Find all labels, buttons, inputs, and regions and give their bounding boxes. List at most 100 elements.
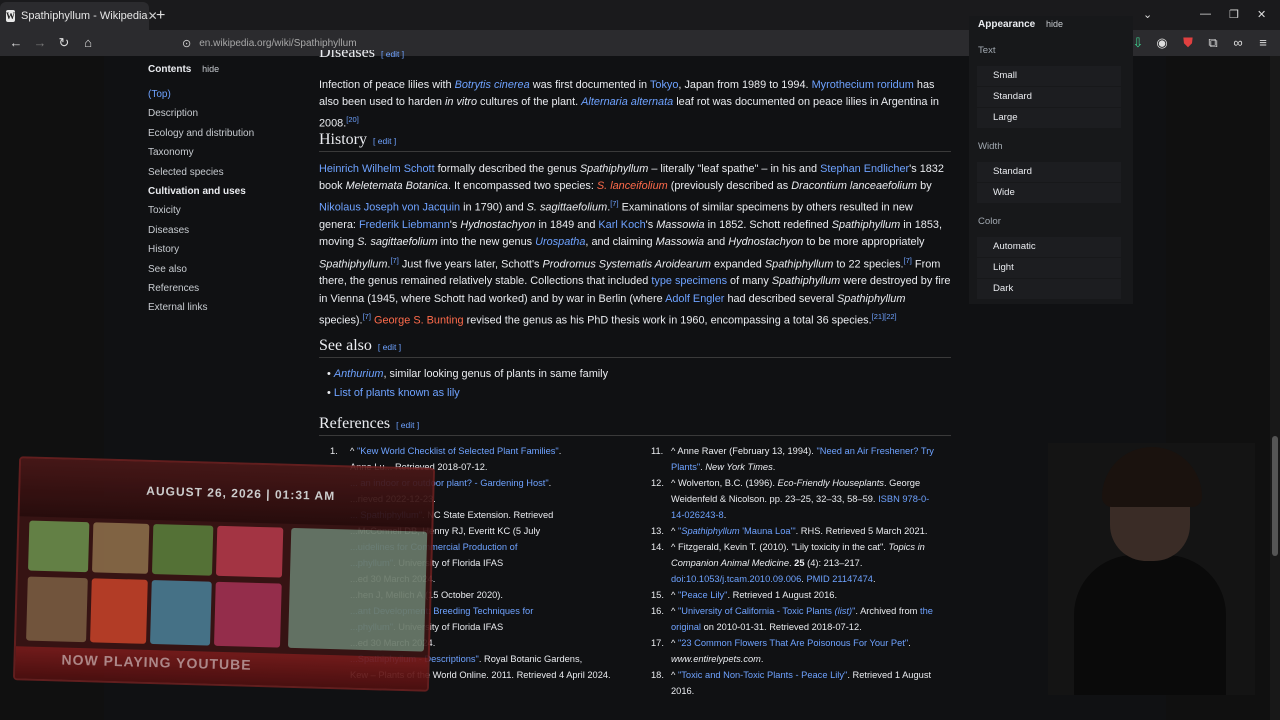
toc-hide-button[interactable]: hide — [202, 64, 219, 74]
reference-text: ^ "23 Common Flowers That Are Poisonous … — [671, 638, 911, 664]
site-info-icon[interactable]: ⊙ — [182, 37, 191, 50]
plant-thumbnail — [26, 576, 88, 643]
forward-icon[interactable]: → — [32, 35, 48, 51]
edit-text: edit — [385, 50, 400, 59]
reload-icon[interactable]: ↻ — [56, 35, 72, 51]
browser-tab[interactable]: W Spathiphyllum - Wikipedia ✕ — [0, 2, 158, 30]
reference-text: ^ "Peace Lily". Retrieved 1 August 2016. — [671, 590, 838, 600]
plant-photo — [287, 527, 428, 652]
table-of-contents: Contents hide (Top) Description Ecology … — [148, 64, 318, 318]
ublock-icon[interactable]: ⛊ — [1180, 35, 1196, 51]
mask-icon[interactable]: ∞ — [1230, 35, 1246, 51]
home-icon[interactable]: ⌂ — [80, 35, 96, 51]
restore-icon[interactable]: ❐ — [1229, 8, 1239, 21]
see-also-item-anthurium: • Anthurium, similar looking genus of pl… — [327, 368, 609, 380]
history-edit-link[interactable]: [ edit ] — [373, 136, 396, 146]
reference-item: 14. ^ Fitzgerald, Kevin T. (2010). "Lily … — [651, 539, 941, 587]
person-body — [1074, 555, 1226, 695]
person-hair — [1102, 447, 1202, 507]
reference-item: 17. ^ "23 Common Flowers That Are Poisono… — [651, 635, 941, 667]
text-size-label: Text — [978, 45, 996, 56]
width-label: Width — [978, 141, 1003, 152]
extensions-icon[interactable]: ⧉ — [1205, 35, 1221, 51]
reference-text: ^ "University of California - Toxic Plan… — [671, 606, 933, 632]
toc-header: Contents hide — [148, 64, 318, 75]
url-text: en.wikipedia.org/wiki/Spathiphyllum — [199, 37, 357, 49]
see-also-heading: See also [ edit ] — [319, 337, 951, 358]
references-edit-link[interactable]: [ edit ] — [396, 420, 419, 430]
history-paragraph: Heinrich Wilhelm Schott formally describ… — [319, 163, 951, 327]
toc-item-toxicity[interactable]: Toxicity — [148, 201, 318, 220]
back-icon[interactable]: ← — [8, 35, 24, 51]
text-size-small[interactable]: Small — [977, 66, 1121, 86]
text-size-large[interactable]: Large — [977, 108, 1121, 128]
reference-number: 17. — [651, 638, 664, 648]
reference-text: ^ "Spathiphyllum 'Mauna Loa'". RHS. Retr… — [671, 526, 928, 536]
reference-number: 15. — [651, 590, 664, 600]
diseases-paragraph: Infection of peace lilies with Botrytis … — [319, 79, 939, 131]
toc-item-top[interactable]: (Top) — [148, 85, 318, 104]
tab-list-chevron-icon[interactable]: ⌄ — [1143, 8, 1152, 21]
references-list-right: 11. ^ Anne Raver (February 13, 1994). "Ne… — [651, 443, 941, 699]
color-light[interactable]: Light — [977, 258, 1121, 278]
menu-icon[interactable]: ≡ — [1255, 35, 1271, 51]
plant-thumbnail — [213, 581, 282, 648]
edit-text: edit — [377, 136, 392, 146]
toc-item-description[interactable]: Description — [148, 104, 318, 123]
toc-title: Contents — [148, 64, 192, 75]
toc-item-diseases[interactable]: Diseases — [148, 221, 318, 240]
stream-overlay-window: AUGUST 26, 2026 | 01:31 AM NOW PLAYING Y… — [12, 456, 436, 692]
text-size-standard[interactable]: Standard — [977, 87, 1121, 107]
history-heading-text: History — [319, 131, 367, 148]
width-standard[interactable]: Standard — [977, 162, 1121, 182]
minimize-icon[interactable]: — — [1200, 8, 1211, 20]
window-close-icon[interactable]: ✕ — [1257, 8, 1266, 21]
references-heading: References [ edit ] — [319, 415, 951, 436]
toc-item-see-also[interactable]: See also — [148, 260, 318, 279]
reference-number: 14. — [651, 542, 664, 552]
color-label: Color — [978, 216, 1001, 227]
toc-item-external-links[interactable]: External links — [148, 298, 318, 317]
appearance-header: Appearance hide — [978, 19, 1063, 30]
see-also-item-lily-list: • List of plants known as lily — [327, 387, 460, 399]
reference-item: 18. ^ "Toxic and Non-Toxic Plants - Peace… — [651, 667, 941, 699]
plant-thumbnail — [91, 522, 150, 574]
new-tab-icon[interactable]: + — [156, 7, 165, 25]
references-heading-text: References — [319, 415, 391, 432]
toc-item-references[interactable]: References — [148, 279, 318, 298]
toc-item-taxonomy[interactable]: Taxonomy — [148, 143, 318, 162]
edit-text: edit — [400, 420, 415, 430]
toc-item-ecology[interactable]: Ecology and distribution — [148, 124, 318, 143]
edit-text: edit — [382, 342, 397, 352]
appearance-hide-button[interactable]: hide — [1046, 19, 1063, 29]
plant-thumbnail — [150, 579, 212, 646]
diseases-heading-text: Diseases — [319, 50, 375, 61]
reference-number: 11. — [651, 446, 664, 456]
account-icon[interactable]: ◉ — [1154, 35, 1170, 51]
see-also-edit-link[interactable]: [ edit ] — [378, 342, 401, 352]
color-dark[interactable]: Dark — [977, 279, 1121, 299]
page-scrollbar[interactable] — [1270, 56, 1280, 720]
lily-list-link[interactable]: List of plants known as lily — [334, 387, 460, 399]
reference-text: ^ Wolverton, B.C. (1996). Eco-Friendly H… — [671, 478, 930, 520]
reference-item: 13. ^ "Spathiphyllum 'Mauna Loa'". RHS. R… — [651, 523, 941, 539]
width-wide[interactable]: Wide — [977, 183, 1121, 203]
anthurium-desc: , similar looking genus of plants in sam… — [383, 368, 609, 380]
webcam-overlay — [1048, 443, 1255, 695]
toc-item-selected-species[interactable]: Selected species — [148, 163, 318, 182]
reference-item: 16. ^ "University of California - Toxic P… — [651, 603, 941, 635]
toc-item-cultivation[interactable]: Cultivation and uses — [148, 182, 318, 201]
reference-item: 15. ^ "Peace Lily". Retrieved 1 August 20… — [651, 587, 941, 603]
reference-text: ^ Anne Raver (February 13, 1994). "Need … — [671, 446, 934, 472]
color-automatic[interactable]: Automatic — [977, 237, 1121, 257]
diseases-edit-link[interactable]: [ edit ] — [381, 50, 404, 59]
reference-number: 16. — [651, 606, 664, 616]
reference-item: 12. ^ Wolverton, B.C. (1996). Eco-Friendl… — [651, 475, 941, 523]
scrollbar-thumb[interactable] — [1272, 436, 1278, 556]
appearance-panel: Appearance hide Text Small Standard Larg… — [969, 16, 1133, 304]
toc-item-history[interactable]: History — [148, 240, 318, 259]
appearance-title: Appearance — [978, 19, 1036, 30]
tab-title: Spathiphyllum - Wikipedia — [21, 10, 148, 22]
anthurium-link[interactable]: Anthurium — [334, 368, 384, 380]
diseases-heading: Diseases [ edit ] — [319, 50, 951, 66]
